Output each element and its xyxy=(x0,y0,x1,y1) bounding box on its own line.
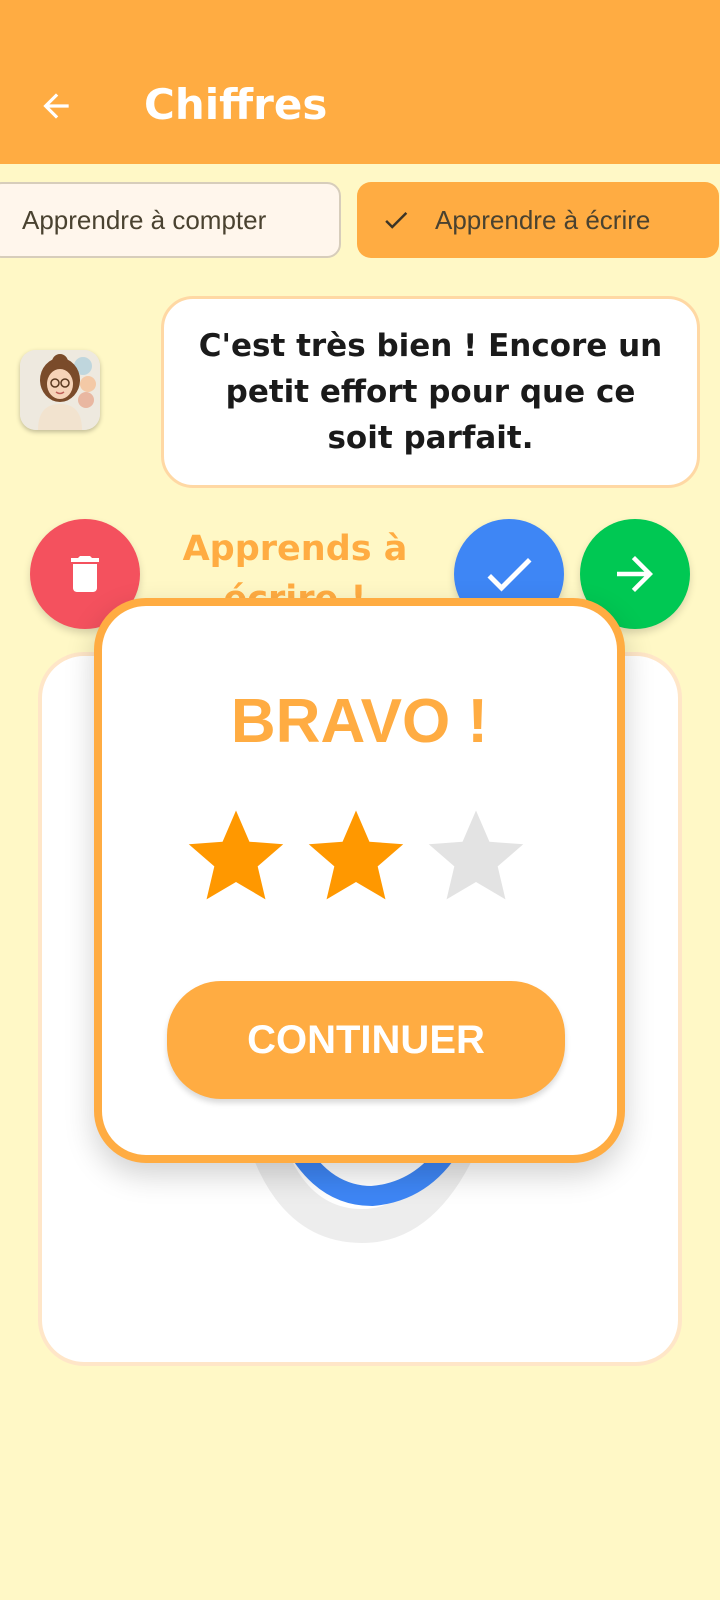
result-dialog: BRAVO ! CONTINUER xyxy=(94,598,625,1163)
mode-tabs: Apprendre à compter Apprendre à écrire xyxy=(0,182,720,258)
continue-button[interactable]: CONTINUER xyxy=(167,981,565,1099)
dialog-title: BRAVO ! xyxy=(230,687,489,756)
star-filled-icon xyxy=(308,810,404,900)
app-bar: Chiffres xyxy=(0,0,720,164)
tab-learn-counting[interactable]: Apprendre à compter xyxy=(0,182,341,258)
arrow-left-icon xyxy=(43,93,69,119)
continue-label: CONTINUER xyxy=(247,1017,485,1062)
tutor-message: C'est très bien ! Encore un petit effort… xyxy=(198,328,663,456)
trash-icon xyxy=(71,556,99,592)
star-filled-icon xyxy=(188,810,284,900)
tab-learn-writing[interactable]: Apprendre à écrire xyxy=(357,182,719,258)
star-empty-icon xyxy=(428,810,524,900)
page-title: Chiffres xyxy=(144,80,328,129)
star-rating xyxy=(184,804,540,908)
back-button[interactable] xyxy=(32,82,80,130)
teacher-avatar-icon xyxy=(20,350,100,430)
arrow-right-icon xyxy=(617,556,653,592)
check-icon xyxy=(381,203,415,237)
tutor-speech-bubble: C'est très bien ! Encore un petit effort… xyxy=(161,296,700,488)
check-icon xyxy=(487,558,532,592)
tab-label: Apprendre à compter xyxy=(22,204,267,235)
tab-label: Apprendre à écrire xyxy=(435,204,651,235)
